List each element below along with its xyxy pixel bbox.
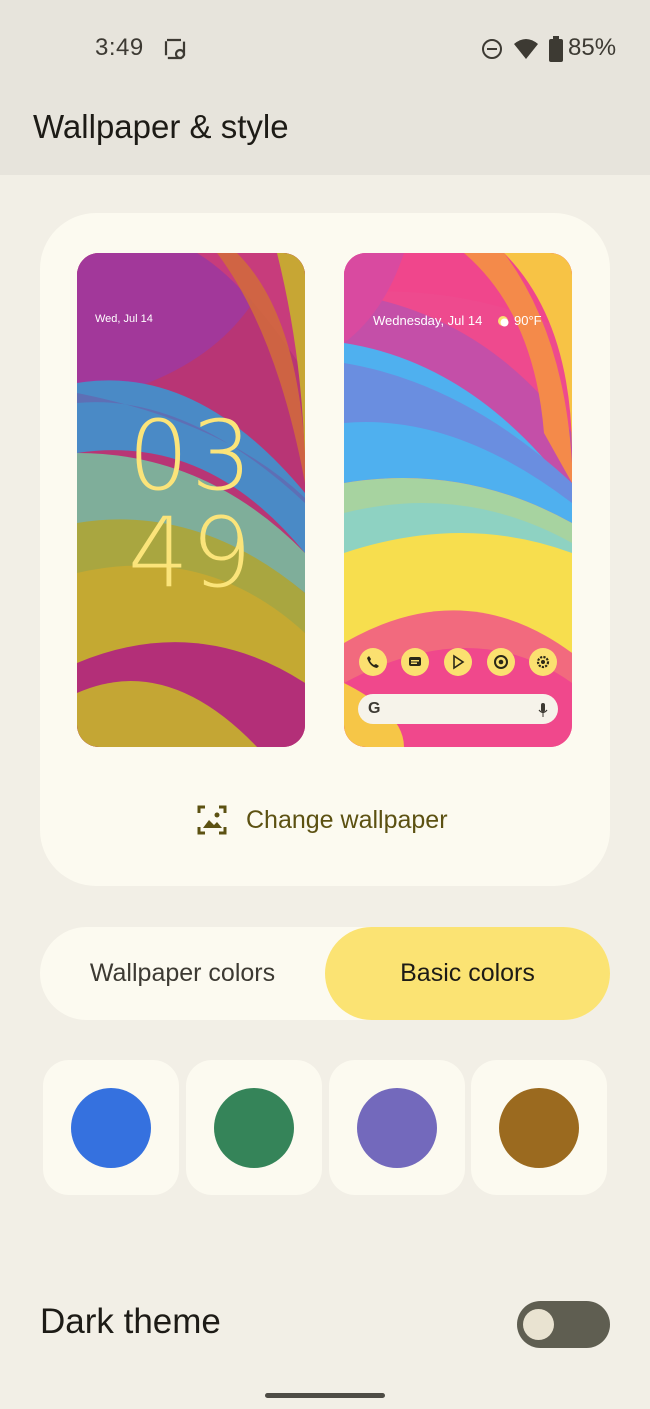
- swatch-brown[interactable]: [471, 1060, 607, 1195]
- lock-clock-hours: 03: [127, 400, 255, 512]
- color-swatches: [43, 1060, 607, 1195]
- swatch-blue-dot: [71, 1088, 151, 1168]
- battery-icon: [549, 36, 563, 62]
- chrome-icon[interactable]: [487, 648, 515, 676]
- change-wallpaper-button[interactable]: Change wallpaper: [196, 800, 448, 840]
- battery-level: 85%: [568, 34, 617, 61]
- tab-wallpaper-colors[interactable]: Wallpaper colors: [40, 927, 325, 1020]
- settings-icon[interactable]: [529, 648, 557, 676]
- play-store-icon[interactable]: [444, 648, 472, 676]
- do-not-disturb-icon: [482, 39, 502, 59]
- mic-icon[interactable]: [537, 702, 549, 718]
- tab-basic-colors[interactable]: Basic colors: [325, 927, 610, 1020]
- screenshot-icon: [164, 38, 186, 60]
- messages-icon[interactable]: [401, 648, 429, 676]
- phone-icon[interactable]: [359, 648, 387, 676]
- dark-theme-row[interactable]: Dark theme: [0, 1290, 650, 1360]
- wifi-icon: [514, 39, 538, 59]
- dark-theme-toggle[interactable]: [517, 1301, 610, 1348]
- page-title: Wallpaper & style: [33, 108, 289, 145]
- gesture-nav-handle[interactable]: [265, 1393, 385, 1398]
- home-screen-preview[interactable]: Wednesday, Jul 14 90°F G: [344, 253, 572, 747]
- home-screen-date: Wednesday, Jul 14: [373, 313, 483, 328]
- swatch-brown-dot: [499, 1088, 579, 1168]
- toggle-thumb: [523, 1309, 554, 1340]
- swatch-blue[interactable]: [43, 1060, 179, 1195]
- lock-screen-preview[interactable]: Wed, Jul 14 03 49: [77, 253, 305, 747]
- google-logo: G: [368, 700, 381, 717]
- swatch-green-dot: [214, 1088, 294, 1168]
- wallpaper-icon: [197, 805, 227, 835]
- lock-clock-minutes: 49: [127, 497, 255, 609]
- change-wallpaper-label: Change wallpaper: [246, 805, 448, 834]
- lock-screen-date: Wed, Jul 14: [95, 313, 153, 325]
- swatch-green[interactable]: [186, 1060, 322, 1195]
- swatch-purple[interactable]: [329, 1060, 465, 1195]
- search-bar[interactable]: G: [358, 694, 558, 724]
- swatch-purple-dot: [357, 1088, 437, 1168]
- home-temperature: 90°F: [514, 313, 542, 328]
- color-source-tabs: Wallpaper colors Basic colors: [40, 927, 610, 1020]
- status-time: 3:49: [95, 34, 144, 61]
- app-dock: [359, 648, 557, 676]
- dark-theme-label: Dark theme: [40, 1302, 221, 1341]
- header: 3:49 85% Wallpaper & style: [0, 0, 650, 175]
- status-bar: 3:49 85%: [0, 0, 650, 100]
- sun-icon: [498, 316, 509, 327]
- wallpaper-preview-card: Wed, Jul 14 03 49 Wednesday, Jul 14 90°F: [40, 213, 610, 886]
